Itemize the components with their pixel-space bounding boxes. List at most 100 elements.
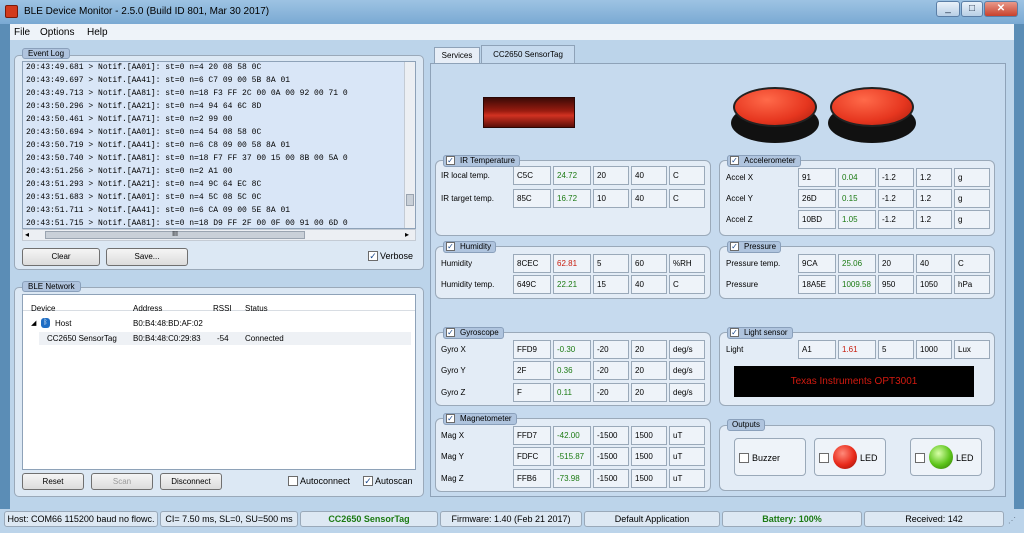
log-line: 20:43:51.715 > Notif.[AA81]: st=0 n=18 D… bbox=[26, 219, 348, 228]
pressure-checkbox[interactable]: ✓ bbox=[730, 242, 739, 251]
unit: deg/s bbox=[669, 340, 705, 359]
min-value: -1.2 bbox=[878, 210, 914, 229]
raw-value: 26D bbox=[798, 189, 836, 208]
max-value: 40 bbox=[916, 254, 952, 273]
log-line: 20:43:51.711 > Notif.[AA41]: st=0 n=6 CA… bbox=[26, 206, 291, 215]
min-value: 10 bbox=[593, 189, 629, 208]
converted-value: 25.06 bbox=[838, 254, 876, 273]
raw-value: 10BD bbox=[798, 210, 836, 229]
log-line: 20:43:50.694 > Notif.[AA01]: st=0 n=4 54… bbox=[26, 128, 262, 137]
max-value: 60 bbox=[631, 254, 667, 273]
tree-expand-icon[interactable]: ◢ bbox=[31, 319, 36, 327]
ir-temperature-checkbox[interactable]: ✓ bbox=[446, 156, 455, 165]
log-line: 20:43:51.683 > Notif.[AA01]: st=0 n=4 5C… bbox=[26, 193, 262, 202]
min-value: -1500 bbox=[593, 469, 629, 488]
unit: %RH bbox=[669, 254, 705, 273]
min-value: -20 bbox=[593, 383, 629, 402]
led2-label: LED bbox=[956, 453, 974, 463]
autoscan-checkbox[interactable]: ✓ bbox=[363, 476, 373, 486]
right-key-button[interactable] bbox=[830, 87, 914, 127]
outputs-label: Outputs bbox=[727, 419, 766, 431]
menu-help[interactable]: Help bbox=[87, 27, 108, 38]
max-value: 1.2 bbox=[916, 189, 952, 208]
scroll-left-icon[interactable]: ◂ bbox=[25, 230, 29, 239]
min-value: 5 bbox=[878, 340, 914, 359]
unit: C bbox=[954, 254, 990, 273]
led1-checkbox[interactable] bbox=[819, 453, 829, 463]
column-rssi[interactable]: RSSI bbox=[213, 304, 232, 313]
device-list[interactable]: Device Address RSSI Status ◢ ᛒ Host B0:B… bbox=[22, 294, 416, 470]
max-value: 40 bbox=[631, 166, 667, 185]
raw-value: 649C bbox=[513, 275, 551, 294]
min-value: -1500 bbox=[593, 426, 629, 445]
close-button[interactable]: ✕ bbox=[984, 1, 1018, 17]
status-application: Default Application bbox=[584, 511, 720, 527]
verbose-checkbox[interactable]: ✓ bbox=[368, 251, 378, 261]
clear-button[interactable]: Clear bbox=[22, 248, 100, 266]
unit: C bbox=[669, 275, 705, 294]
disconnect-button[interactable]: Disconnect bbox=[160, 473, 222, 490]
min-value: 5 bbox=[593, 254, 629, 273]
menu-options[interactable]: Options bbox=[40, 27, 74, 38]
column-status[interactable]: Status bbox=[245, 304, 268, 313]
light-sensor-checkbox[interactable]: ✓ bbox=[730, 328, 739, 337]
humidity-checkbox[interactable]: ✓ bbox=[446, 242, 455, 251]
magnetometer-checkbox[interactable]: ✓ bbox=[446, 414, 455, 423]
event-log-list[interactable]: 20:43:49.681 > Notif.[AA01]: st=0 n=4 20… bbox=[22, 61, 416, 229]
autoconnect-label: Autoconnect bbox=[300, 476, 351, 486]
led2-checkbox[interactable] bbox=[915, 453, 925, 463]
tab-services[interactable]: Services bbox=[434, 47, 480, 64]
column-device[interactable]: Device bbox=[31, 304, 55, 313]
log-line: 20:43:50.719 > Notif.[AA41]: st=0 n=6 C8… bbox=[26, 141, 291, 150]
converted-value: -73.98 bbox=[553, 469, 591, 488]
bluetooth-icon: ᛒ bbox=[41, 318, 50, 328]
log-line: 20:43:50.461 > Notif.[AA71]: st=0 n=2 99… bbox=[26, 115, 233, 124]
min-value: 15 bbox=[593, 275, 629, 294]
resize-grip-icon[interactable]: ⋰ bbox=[1006, 515, 1018, 527]
log-line: 20:43:49.713 > Notif.[AA81]: st=0 n=18 F… bbox=[26, 89, 348, 98]
status-battery: Battery: 100% bbox=[722, 511, 862, 527]
log-vertical-scrollbar[interactable] bbox=[404, 62, 415, 228]
max-value: 1050 bbox=[916, 275, 952, 294]
scan-button[interactable]: Scan bbox=[91, 473, 153, 490]
row-label: Pressure temp. bbox=[726, 259, 781, 268]
converted-value: 0.11 bbox=[553, 383, 591, 402]
log-line: 20:43:50.740 > Notif.[AA81]: st=0 n=18 F… bbox=[26, 154, 348, 163]
buzzer-checkbox[interactable] bbox=[739, 453, 749, 463]
max-value: 1500 bbox=[631, 426, 667, 445]
scroll-right-icon[interactable]: ▸ bbox=[405, 230, 409, 239]
autoconnect-checkbox[interactable] bbox=[288, 476, 298, 486]
log-line: 20:43:51.293 > Notif.[AA21]: st=0 n=4 9C… bbox=[26, 180, 262, 189]
converted-value: 24.72 bbox=[553, 166, 591, 185]
row-label: Mag Z bbox=[441, 474, 464, 483]
led1-label: LED bbox=[860, 453, 878, 463]
converted-value: 1.61 bbox=[838, 340, 876, 359]
unit: g bbox=[954, 189, 990, 208]
log-line: 20:43:50.296 > Notif.[AA21]: st=0 n=4 94… bbox=[26, 102, 262, 111]
device-sensortag[interactable]: CC2650 SensorTag bbox=[47, 334, 117, 343]
accelerometer-checkbox[interactable]: ✓ bbox=[730, 156, 739, 165]
tab-sensortag[interactable]: CC2650 SensorTag bbox=[481, 45, 575, 64]
unit: hPa bbox=[954, 275, 990, 294]
reset-button[interactable]: Reset bbox=[22, 473, 84, 490]
raw-value: F bbox=[513, 383, 551, 402]
scroll-thumb[interactable] bbox=[406, 194, 414, 206]
max-value: 20 bbox=[631, 340, 667, 359]
save-button[interactable]: Save... bbox=[106, 248, 188, 266]
column-address[interactable]: Address bbox=[133, 304, 162, 313]
scroll-thumb[interactable]: III bbox=[45, 231, 305, 239]
log-horizontal-scrollbar[interactable]: ◂ III ▸ bbox=[22, 229, 416, 241]
maximize-button[interactable]: □ bbox=[961, 1, 983, 17]
device-host[interactable]: Host bbox=[55, 319, 71, 328]
max-value: 1500 bbox=[631, 447, 667, 466]
gyroscope-checkbox[interactable]: ✓ bbox=[446, 328, 455, 337]
row-label: Gyro Y bbox=[441, 366, 466, 375]
left-key-button[interactable] bbox=[733, 87, 817, 127]
row-label: Humidity bbox=[441, 259, 473, 268]
min-value: -1.2 bbox=[878, 168, 914, 187]
status-device: CC2650 SensorTag bbox=[300, 511, 438, 527]
green-led-icon bbox=[929, 445, 953, 469]
menu-file[interactable]: File bbox=[14, 27, 30, 38]
raw-value: A1 bbox=[798, 340, 836, 359]
minimize-button[interactable]: _ bbox=[936, 1, 960, 17]
